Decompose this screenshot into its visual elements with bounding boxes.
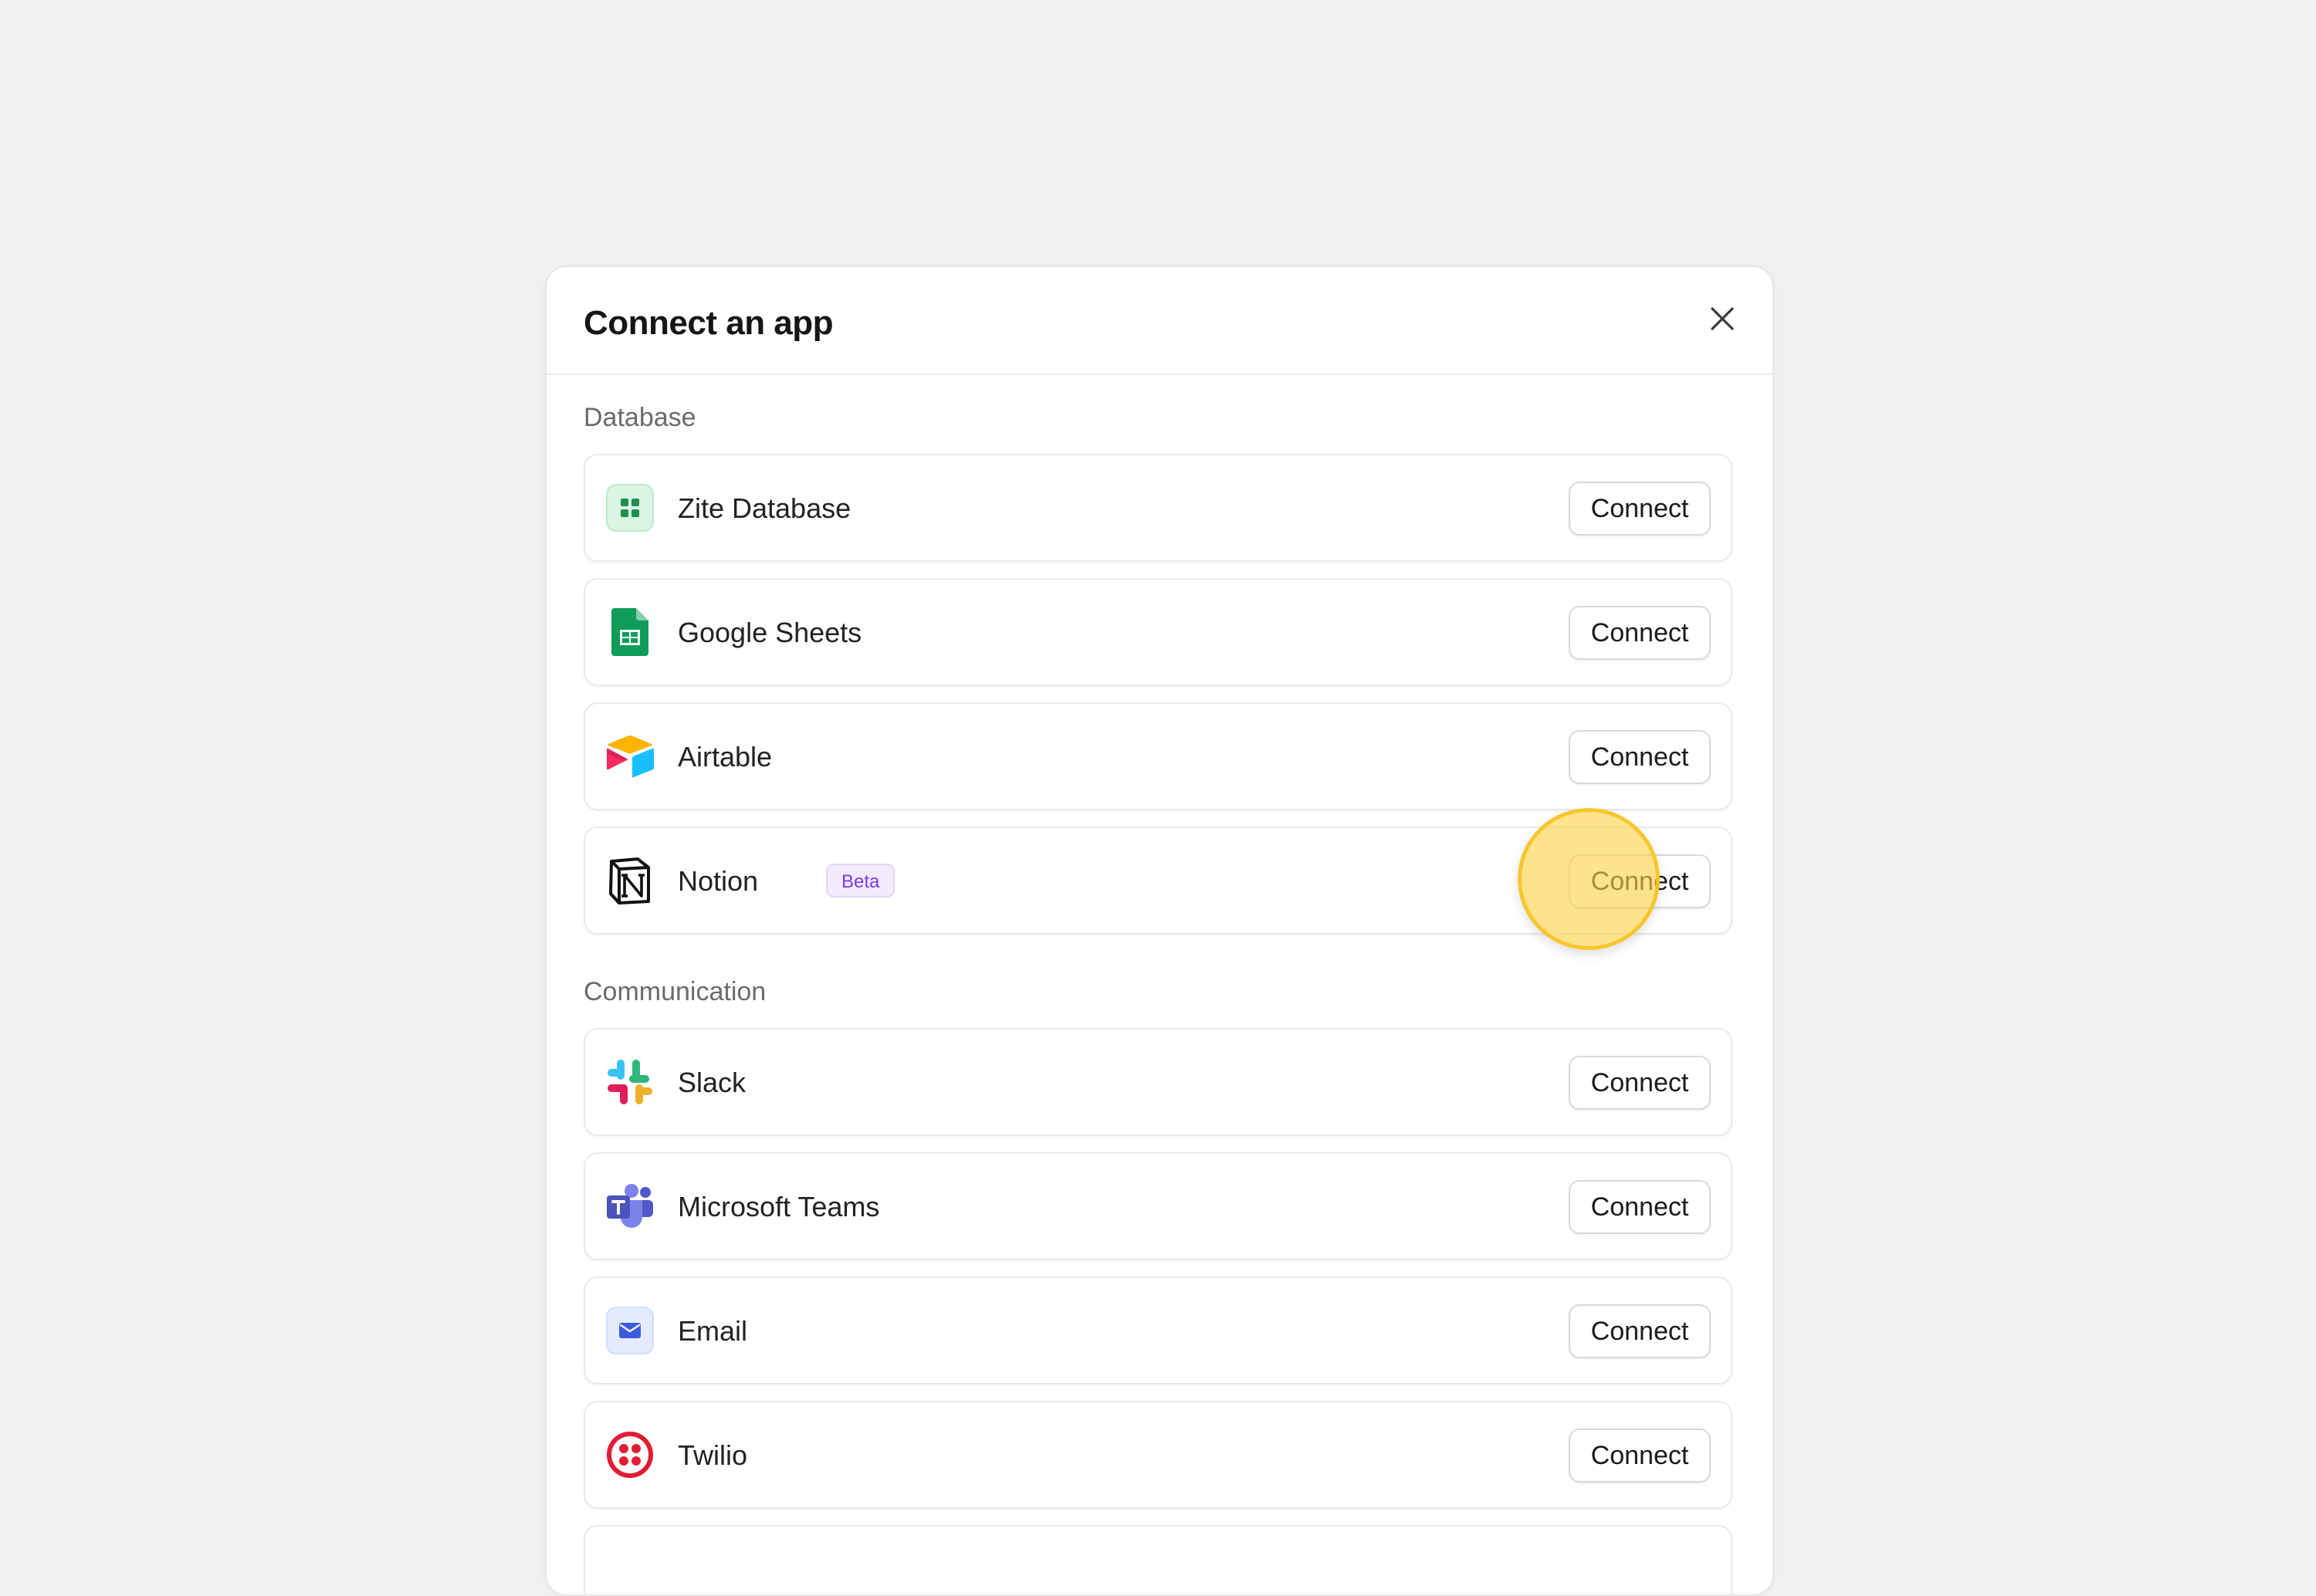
connect-button-email[interactable]: Connect: [1569, 1304, 1711, 1358]
connect-button-google-sheets[interactable]: Connect: [1569, 606, 1711, 660]
section-label-communication: Communication: [584, 977, 767, 1006]
close-button[interactable]: [1703, 299, 1742, 338]
app-name: Email: [678, 1315, 748, 1347]
connect-button-notion[interactable]: Connect: [1569, 854, 1711, 908]
airtable-icon: [605, 732, 655, 781]
app-name: Zite Database: [678, 492, 852, 524]
modal-title: Connect an app: [584, 304, 834, 342]
modal-header: Connect an app: [547, 267, 1773, 375]
connect-button-slack[interactable]: Connect: [1569, 1056, 1711, 1110]
app-name: Slack: [678, 1067, 747, 1098]
zite-database-icon: [605, 483, 655, 533]
app-row-microsoft-teams: Microsoft Teams Connect: [584, 1152, 1732, 1260]
connect-button-twilio[interactable]: Connect: [1569, 1429, 1711, 1483]
app-row-notion: Notion Beta Connect: [584, 827, 1732, 935]
app-name: Twilio: [678, 1439, 748, 1471]
app-name: Google Sheets: [678, 617, 862, 648]
app-row-zite-database: Zite Database Connect: [584, 454, 1732, 562]
app-row-email: Email Connect: [584, 1276, 1732, 1385]
close-icon: [1711, 307, 1734, 330]
app-name: Airtable: [678, 741, 773, 773]
twilio-icon: [605, 1430, 655, 1479]
microsoft-teams-icon: [605, 1182, 655, 1231]
app-row-partial: [584, 1525, 1732, 1594]
email-icon: [605, 1306, 655, 1355]
app-row-google-sheets: Google Sheets Connect: [584, 578, 1732, 686]
section-label-database: Database: [584, 403, 696, 432]
beta-badge: Beta: [826, 864, 896, 898]
connect-button-zite-database[interactable]: Connect: [1569, 482, 1711, 536]
app-name: Microsoft Teams: [678, 1191, 880, 1222]
google-sheets-icon: [605, 607, 655, 657]
app-row-airtable: Airtable Connect: [584, 702, 1732, 810]
connect-button-airtable[interactable]: Connect: [1569, 730, 1711, 784]
connect-app-modal: Connect an app Database Zite Database Co…: [545, 265, 1774, 1596]
slack-icon: [605, 1057, 655, 1107]
app-name: Notion: [678, 865, 759, 897]
connect-button-microsoft-teams[interactable]: Connect: [1569, 1180, 1711, 1234]
app-row-slack: Slack Connect: [584, 1028, 1732, 1136]
app-row-twilio: Twilio Connect: [584, 1401, 1732, 1509]
notion-icon: [605, 856, 655, 905]
